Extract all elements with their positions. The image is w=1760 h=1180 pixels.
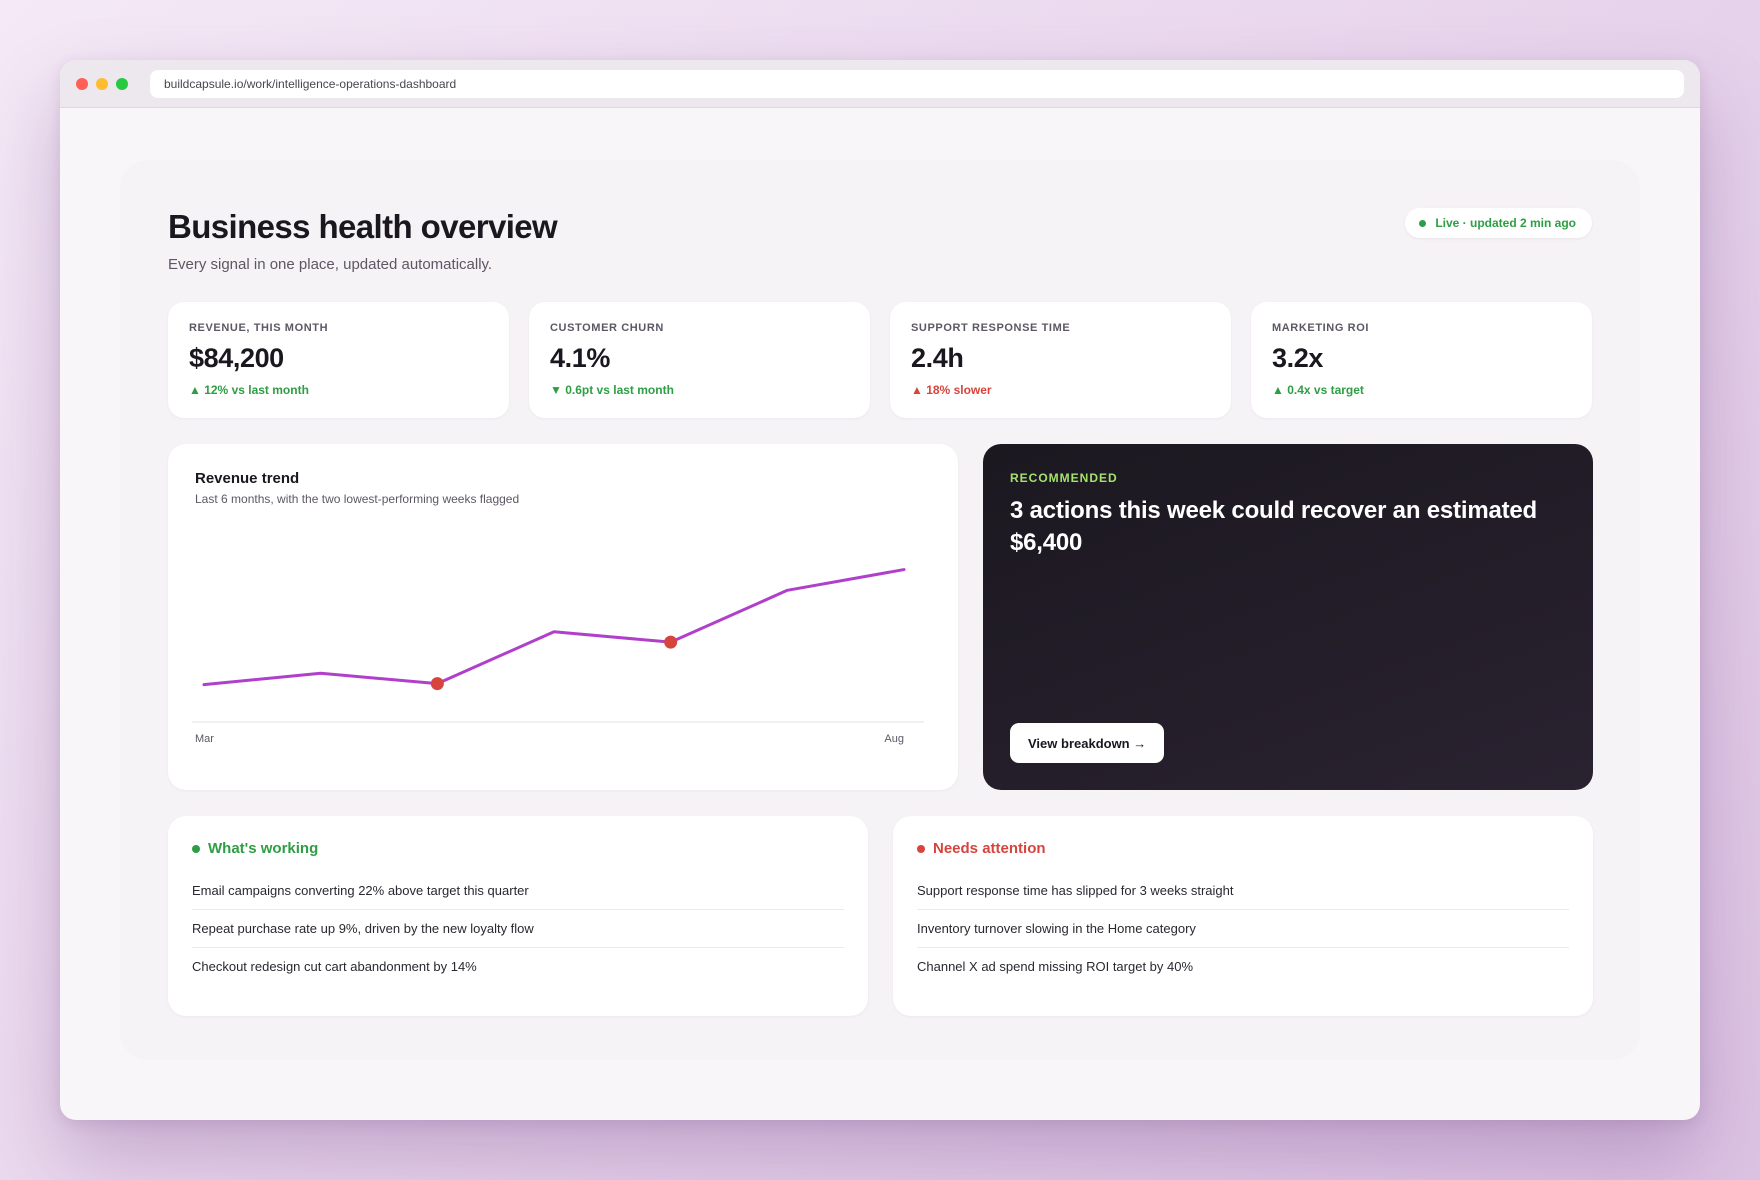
kpi-value: $84,200 [189, 343, 284, 373]
list-item: Support response time has slipped for 3 … [917, 872, 1569, 910]
flagged-point[interactable] [430, 677, 444, 691]
browser-window: buildcapsule.io/work/intelligence-operat… [60, 60, 1700, 1120]
url-text: buildcapsule.io/work/intelligence-operat… [164, 76, 457, 91]
view-breakdown-button[interactable]: View breakdown → [1010, 723, 1165, 763]
kpi-label: SUPPORT RESPONSE TIME [911, 322, 1071, 334]
minimize-window-icon[interactable] [96, 77, 108, 90]
recommendation-headline: 3 actions this week could recover an est… [1010, 497, 1538, 556]
revenue-trend-card: Revenue trend Last 6 months, with the tw… [168, 444, 958, 790]
kpi-value: 3.2x [1272, 343, 1323, 373]
recommendation-card: RECOMMENDED 3 actions this week could re… [983, 444, 1593, 790]
kpi-delta: ▼ 0.6pt vs last month [550, 383, 674, 397]
whats-working-title: What's working [208, 840, 319, 857]
list-item: Repeat purchase rate up 9%, driven by th… [192, 910, 844, 948]
needs-attention-header: Needs attention [917, 840, 1569, 857]
kpi-row: REVENUE, THIS MONTH $84,200 ▲ 12% vs las… [168, 302, 1592, 418]
kpi-card-support-response[interactable]: SUPPORT RESPONSE TIME 2.4h ▲ 18% slower [890, 302, 1231, 418]
revenue-trend-line [202, 568, 906, 687]
kpi-value: 4.1% [550, 343, 610, 373]
list-item: Inventory turnover slowing in the Home c… [917, 910, 1569, 948]
needs-attention-list: Support response time has slipped for 3 … [917, 872, 1569, 985]
kpi-label: CUSTOMER CHURN [550, 322, 664, 334]
kpi-label: REVENUE, THIS MONTH [189, 322, 329, 334]
page-title: Business health overview [168, 208, 558, 245]
close-window-icon[interactable] [76, 77, 88, 90]
kpi-delta: ▲ 0.4x vs target [1272, 383, 1364, 397]
kpi-card-churn[interactable]: CUSTOMER CHURN 4.1% ▼ 0.6pt vs last mont… [529, 302, 870, 418]
browser-titlebar: buildcapsule.io/work/intelligence-operat… [60, 60, 1700, 108]
page-subtitle: Every signal in one place, updated autom… [168, 256, 493, 273]
revenue-trend-chart: Mar Aug [192, 568, 924, 745]
needs-attention-title: Needs attention [933, 840, 1046, 857]
whats-working-card: What's working Email campaigns convertin… [168, 816, 868, 1016]
kpi-delta: ▲ 18% slower [911, 383, 992, 397]
x-tick-label-first: Mar [195, 733, 214, 745]
needs-attention-card: Needs attention Support response time ha… [893, 816, 1593, 1016]
x-tick-label-last: Aug [884, 733, 904, 745]
kpi-card-revenue[interactable]: REVENUE, THIS MONTH $84,200 ▲ 12% vs las… [168, 302, 509, 418]
whats-working-header: What's working [192, 840, 844, 857]
list-item: Checkout redesign cut cart abandonment b… [192, 959, 477, 974]
flagged-points [430, 635, 678, 691]
list-item: Channel X ad spend missing ROI target by… [917, 959, 1194, 974]
kpi-card-marketing-roi[interactable]: MARKETING ROI 3.2x ▲ 0.4x vs target [1251, 302, 1592, 418]
address-bar[interactable]: buildcapsule.io/work/intelligence-operat… [150, 69, 1684, 98]
live-status-text: Live · updated 2 min ago [1435, 216, 1576, 230]
dashboard-header: Business health overview Every signal in… [168, 208, 1592, 288]
recommendation-tag: RECOMMENDED [1010, 471, 1118, 485]
maximize-window-icon[interactable] [116, 77, 128, 90]
whats-working-list: Email campaigns converting 22% above tar… [192, 872, 844, 985]
flagged-point[interactable] [664, 635, 678, 649]
status-dot-icon [917, 844, 925, 853]
list-item: Email campaigns converting 22% above tar… [192, 872, 844, 910]
live-dot-icon [1419, 219, 1427, 227]
dashboard-page: Business health overview Every signal in… [120, 160, 1640, 1060]
kpi-label: MARKETING ROI [1272, 322, 1370, 334]
status-dot-icon [192, 844, 200, 853]
kpi-delta: ▲ 12% vs last month [189, 383, 309, 397]
live-status-badge: Live · updated 2 min ago [1405, 208, 1592, 238]
kpi-value: 2.4h [911, 343, 964, 373]
